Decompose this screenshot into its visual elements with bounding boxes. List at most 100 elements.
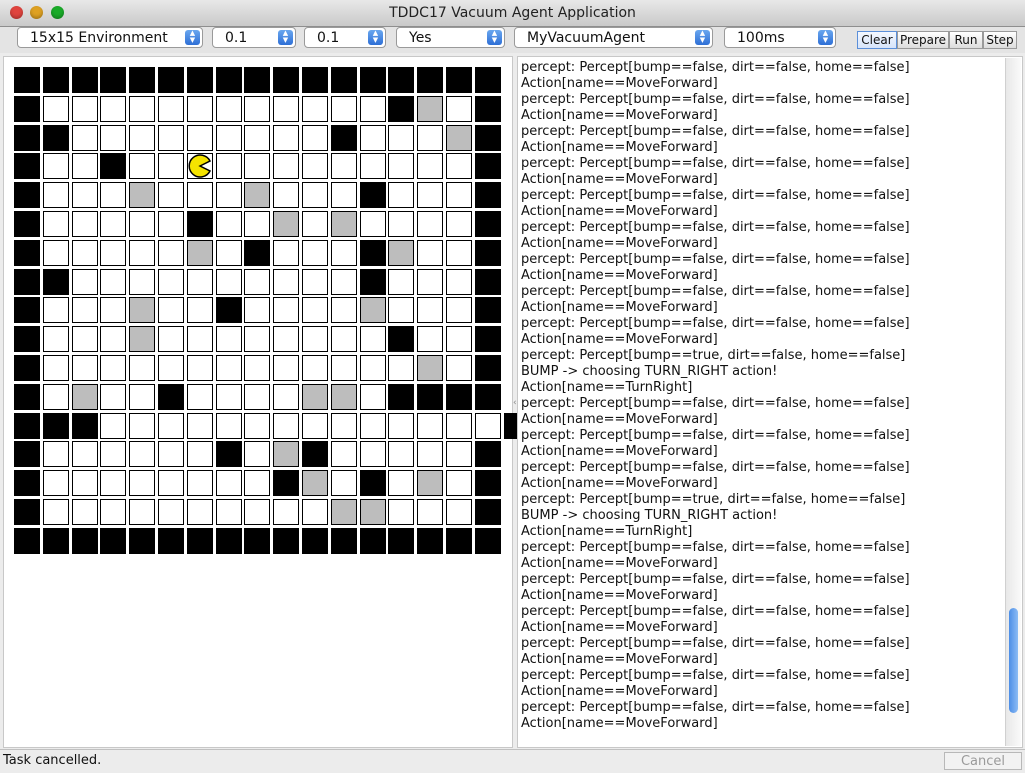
log-line: Action[name==TurnRight] xyxy=(521,380,693,395)
grid-cell-clean xyxy=(158,269,184,295)
grid-cell-obstacle xyxy=(475,153,501,179)
log-line: Action[name==MoveForward] xyxy=(521,140,718,155)
grid-cell-clean xyxy=(417,326,443,352)
grid-cell-clean xyxy=(388,413,414,439)
grid-cell-clean xyxy=(216,384,242,410)
grid-cell-obstacle xyxy=(273,528,299,554)
grid-cell-obstacle xyxy=(14,96,40,122)
grid-cell-clean xyxy=(187,470,213,496)
grid-cell-dirt xyxy=(360,297,386,323)
log-line: BUMP -> choosing TURN_RIGHT action! xyxy=(521,364,778,379)
grid-cell-obstacle xyxy=(100,528,126,554)
grid-cell-clean xyxy=(158,240,184,266)
environment-select[interactable]: 15x15 Environment ▲ ▼ xyxy=(17,27,203,48)
prepare-button[interactable]: Prepare xyxy=(897,31,949,49)
grid-cell-clean xyxy=(43,240,69,266)
environment-value: 15x15 Environment xyxy=(30,30,168,46)
log-line: Action[name==MoveForward] xyxy=(521,236,718,251)
cancel-button[interactable]: Cancel xyxy=(944,752,1022,770)
grid-cell-clean xyxy=(446,182,472,208)
grid-cell-clean xyxy=(273,499,299,525)
grid-cell-clean xyxy=(360,326,386,352)
clear-button[interactable]: Clear xyxy=(857,31,897,49)
grid-cell-clean xyxy=(331,240,357,266)
log-line: BUMP -> choosing TURN_RIGHT action! xyxy=(521,508,778,523)
grid-cell-clean xyxy=(216,182,242,208)
log-line: percept: Percept[bump==false, dirt==fals… xyxy=(521,220,910,235)
param3-select[interactable]: Yes ▲ ▼ xyxy=(396,27,505,48)
title-bar: TDDC17 Vacuum Agent Application xyxy=(0,0,1025,27)
grid-cell-clean xyxy=(388,355,414,381)
grid-cell-clean xyxy=(158,96,184,122)
grid-cell-clean xyxy=(302,153,328,179)
grid-cell-clean xyxy=(388,153,414,179)
grid-cell-clean xyxy=(100,413,126,439)
grid-cell-clean xyxy=(72,153,98,179)
action-log: percept: Percept[bump==false, dirt==fals… xyxy=(521,60,1006,740)
grid-cell-clean xyxy=(72,441,98,467)
log-line: percept: Percept[bump==false, dirt==fals… xyxy=(521,572,910,587)
grid-cell-clean xyxy=(158,211,184,237)
grid-cell-clean xyxy=(100,441,126,467)
grid-cell-obstacle xyxy=(417,528,443,554)
grid-cell-obstacle xyxy=(14,182,40,208)
grid-cell-clean xyxy=(216,413,242,439)
grid-cell-clean xyxy=(187,269,213,295)
grid-cell-clean xyxy=(43,441,69,467)
grid-cell-obstacle xyxy=(273,470,299,496)
grid-cell-clean xyxy=(129,96,155,122)
agent-select[interactable]: MyVacuumAgent ▲ ▼ xyxy=(514,27,713,48)
param1-select[interactable]: 0.1 ▲ ▼ xyxy=(212,27,296,48)
grid-cell-obstacle xyxy=(475,211,501,237)
grid-cell-clean xyxy=(360,125,386,151)
grid-cell-clean xyxy=(43,384,69,410)
grid-cell-obstacle xyxy=(388,384,414,410)
grid-cell-clean xyxy=(216,499,242,525)
log-line: percept: Percept[bump==false, dirt==fals… xyxy=(521,396,910,411)
grid-cell-clean xyxy=(273,413,299,439)
log-line: percept: Percept[bump==true, dirt==false… xyxy=(521,492,906,507)
grid-cell-obstacle xyxy=(388,67,414,93)
grid-cell-clean xyxy=(129,470,155,496)
grid-cell-obstacle xyxy=(475,499,501,525)
grid-cell-clean xyxy=(446,470,472,496)
grid-cell-obstacle xyxy=(14,125,40,151)
grid-cell-clean xyxy=(72,125,98,151)
log-scrollbar[interactable] xyxy=(1005,58,1021,746)
grid-cell-clean xyxy=(187,297,213,323)
grid-cell-obstacle xyxy=(244,528,270,554)
grid-cell-clean xyxy=(417,499,443,525)
step-button[interactable]: Step xyxy=(983,31,1017,49)
grid-cell-obstacle xyxy=(216,441,242,467)
param2-select[interactable]: 0.1 ▲ ▼ xyxy=(304,27,386,48)
grid-cell-clean xyxy=(360,355,386,381)
grid-cell-clean xyxy=(100,240,126,266)
grid-cell-obstacle xyxy=(14,384,40,410)
grid-cell-clean xyxy=(388,499,414,525)
grid-cell-clean xyxy=(302,297,328,323)
log-line: Action[name==MoveForward] xyxy=(521,444,718,459)
grid-cell-clean xyxy=(158,355,184,381)
grid-cell-obstacle xyxy=(360,182,386,208)
grid-cell-clean xyxy=(43,96,69,122)
delay-select[interactable]: 100ms ▲ ▼ xyxy=(724,27,836,48)
grid-cell-obstacle xyxy=(302,441,328,467)
grid-cell-clean xyxy=(273,96,299,122)
grid-cell-obstacle xyxy=(273,67,299,93)
up-down-arrow-icon: ▲ ▼ xyxy=(185,30,200,45)
grid-cell-clean xyxy=(273,153,299,179)
grid-cell-clean xyxy=(72,499,98,525)
run-button[interactable]: Run xyxy=(949,31,983,49)
status-bar: Task cancelled. Cancel xyxy=(0,749,1025,773)
grid-cell-obstacle xyxy=(14,240,40,266)
grid-cell-clean xyxy=(273,384,299,410)
log-line: Action[name==MoveForward] xyxy=(521,476,718,491)
grid-cell-clean xyxy=(417,240,443,266)
grid-cell-clean xyxy=(244,125,270,151)
grid-cell-obstacle xyxy=(475,470,501,496)
grid-cell-obstacle xyxy=(14,413,40,439)
log-scrollbar-thumb[interactable] xyxy=(1009,608,1018,713)
grid-cell-dirt xyxy=(72,384,98,410)
grid-cell-obstacle xyxy=(14,297,40,323)
grid-cell-clean xyxy=(331,269,357,295)
